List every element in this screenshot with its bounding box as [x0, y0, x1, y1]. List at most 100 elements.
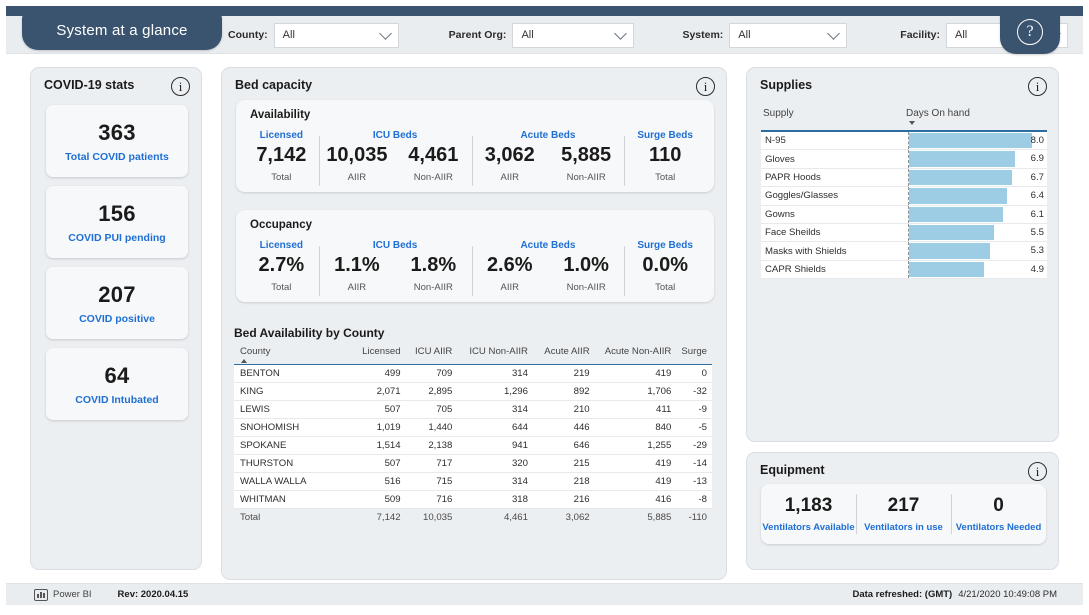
supply-row[interactable]: Face Sheilds 5.5: [761, 223, 1047, 243]
table-cell: 2,138: [405, 436, 458, 455]
covid-stat-label: COVID PUI pending: [68, 231, 166, 244]
table-cell: 320: [457, 454, 533, 473]
supply-row[interactable]: Gloves 6.9: [761, 150, 1047, 169]
equipment-cell[interactable]: 1,183 Ventilators Available: [761, 484, 856, 544]
occupancy-card: Occupancy Licensed 2.7% Total ICU Beds 1.1% A…: [236, 210, 714, 302]
supply-bar: [909, 243, 991, 259]
supply-name: Gowns: [765, 208, 795, 220]
table-cell: 5,885: [594, 508, 677, 526]
info-icon[interactable]: i: [1028, 462, 1047, 481]
supply-bar-zone: 6.7: [908, 168, 1047, 187]
filter-dropdown[interactable]: All: [729, 22, 848, 48]
table-cell: -32: [676, 382, 712, 401]
table-row[interactable]: LEWIS 507 705 314 210 411 -9: [234, 400, 712, 419]
data-refreshed-value: 4/21/2020 10:49:08 PM: [958, 589, 1057, 600]
supply-row[interactable]: Goggles/Glasses 6.4: [761, 187, 1047, 206]
table-cell: 314: [457, 400, 533, 419]
kpi-value: 1.0%: [563, 254, 609, 276]
supply-bar: [909, 261, 985, 278]
kpi-group: Surge Beds 110 Total: [624, 130, 706, 192]
data-refreshed-group: Data refreshed: (GMT) 4/21/2020 10:49:08…: [852, 589, 1057, 600]
supplies-col-supply[interactable]: Supply: [763, 108, 794, 119]
table-column-header[interactable]: ICU AIIR: [405, 344, 458, 365]
supply-value: 5.5: [1030, 226, 1044, 238]
covid-stat-value: 156: [98, 200, 136, 226]
table-column-header[interactable]: Surge: [676, 344, 712, 365]
covid-stat-card[interactable]: 207 COVID positive: [46, 267, 188, 339]
page-tab-system-at-a-glance[interactable]: System at a glance: [22, 10, 222, 50]
table-cell: 219: [532, 364, 595, 383]
supply-bar: [909, 206, 1003, 222]
kpi-sublabel: Non-AIIR: [566, 172, 606, 183]
equipment-cell[interactable]: 0 Ventilators Needed: [951, 484, 1046, 544]
filter-dropdown[interactable]: All: [512, 22, 635, 48]
kpi-group: ICU Beds 10,035 AIIR 4,461 Non-AIIR: [318, 130, 472, 192]
table-row[interactable]: KING 2,071 2,895 1,296 892 1,706 -32: [234, 382, 712, 401]
kpi: 2.6% AIIR: [472, 240, 548, 302]
revision-label: Rev: 2020.04.15: [117, 589, 189, 600]
filter-dropdown[interactable]: All: [273, 22, 399, 48]
table-column-header[interactable]: County: [234, 344, 350, 365]
table-column-header[interactable]: ICU Non-AIIR: [457, 344, 533, 365]
supply-row[interactable]: CAPR Shields 4.9: [761, 260, 1047, 280]
table-row[interactable]: WHITMAN 509 716 318 216 416 -8: [234, 490, 712, 509]
covid-stat-card[interactable]: 363 Total COVID patients: [46, 105, 188, 177]
covid-stats-title: COVID-19 stats: [44, 78, 135, 92]
supply-bar: [909, 169, 1012, 186]
supply-row[interactable]: N-95 8.0: [761, 132, 1047, 151]
table-cell: 218: [532, 472, 595, 491]
table-cell: 705: [405, 400, 458, 419]
kpi-group: Licensed 7,142 Total: [244, 130, 319, 192]
table-row[interactable]: SNOHOMISH 1,019 1,440 644 446 840 -5: [234, 418, 712, 437]
bed-availability-table[interactable]: County Licensed ICU AIIR ICU Non-AIIR Acute …: [234, 344, 712, 526]
equipment-cell[interactable]: 217 Ventilators in use: [856, 484, 951, 544]
table-cell: -13: [676, 472, 712, 491]
table-cell: WHITMAN: [234, 490, 350, 509]
supplies-col-days[interactable]: Days On hand: [906, 108, 970, 119]
table-cell: 1,440: [405, 418, 458, 437]
supply-row[interactable]: Gowns 6.1: [761, 205, 1047, 224]
covid-stat-card[interactable]: 64 COVID Intubated: [46, 348, 188, 420]
supply-bar-zone: 4.9: [908, 260, 1047, 279]
equipment-label: Ventilators in use: [864, 522, 943, 533]
supply-value: 5.3: [1030, 245, 1044, 257]
kpi-sublabel: Total: [655, 282, 676, 293]
table-row[interactable]: WALLA WALLA 516 715 314 218 419 -13: [234, 472, 712, 491]
table-cell: 1,706: [594, 382, 677, 401]
table-column-header[interactable]: Acute AIIR: [532, 344, 595, 365]
supply-row[interactable]: PAPR Hoods 6.7: [761, 168, 1047, 188]
help-button[interactable]: ?: [1000, 10, 1060, 54]
kpi-group: Licensed 2.7% Total: [244, 240, 319, 302]
equipment-card: 1,183 Ventilators Available 217 Ventilators…: [761, 484, 1046, 544]
kpi: 1.1% AIIR: [319, 240, 395, 302]
table-cell: 4,461: [457, 508, 533, 526]
kpi-value: 3,062: [484, 144, 535, 166]
covid-stat-label: Total COVID patients: [65, 150, 169, 163]
table-column-header[interactable]: Licensed: [349, 344, 406, 365]
equipment-value: 0: [993, 495, 1004, 516]
kpi-sublabel: Total: [655, 172, 676, 183]
kpi: 1.8% Non-AIIR: [395, 240, 471, 302]
kpi-group: Acute Beds 2.6% AIIR 1.0% Non-AIIR: [471, 240, 625, 302]
table-row[interactable]: THURSTON 507 717 320 215 419 -14: [234, 454, 712, 473]
supply-row[interactable]: Masks with Shields 5.3: [761, 242, 1047, 261]
table-row[interactable]: BENTON 499 709 314 219 419 0: [234, 364, 712, 383]
chevron-down-icon: [614, 27, 628, 40]
info-icon[interactable]: i: [1028, 77, 1047, 96]
filter-parentorg: Parent Org: All: [449, 22, 635, 48]
kpi: 2.7% Total: [244, 240, 319, 302]
supply-value: 6.1: [1030, 208, 1044, 220]
table-cell: 646: [532, 436, 595, 455]
table-total-row[interactable]: Total 7,142 10,035 4,461 3,062 5,885 -110: [234, 508, 712, 526]
bed-table-title: Bed Availability by County: [234, 326, 385, 340]
table-cell: -110: [676, 508, 712, 526]
bed-capacity-panel: Bed capacity i Availability Licensed 7,14…: [221, 67, 727, 580]
info-icon[interactable]: i: [696, 77, 715, 96]
covid-stat-card[interactable]: 156 COVID PUI pending: [46, 186, 188, 258]
table-column-header[interactable]: Acute Non-AIIR: [594, 344, 677, 365]
supply-name: N-95: [765, 135, 786, 147]
table-cell: 941: [457, 436, 533, 455]
info-icon[interactable]: i: [171, 77, 190, 96]
table-cell: 892: [532, 382, 595, 401]
table-row[interactable]: SPOKANE 1,514 2,138 941 646 1,255 -29: [234, 436, 712, 455]
